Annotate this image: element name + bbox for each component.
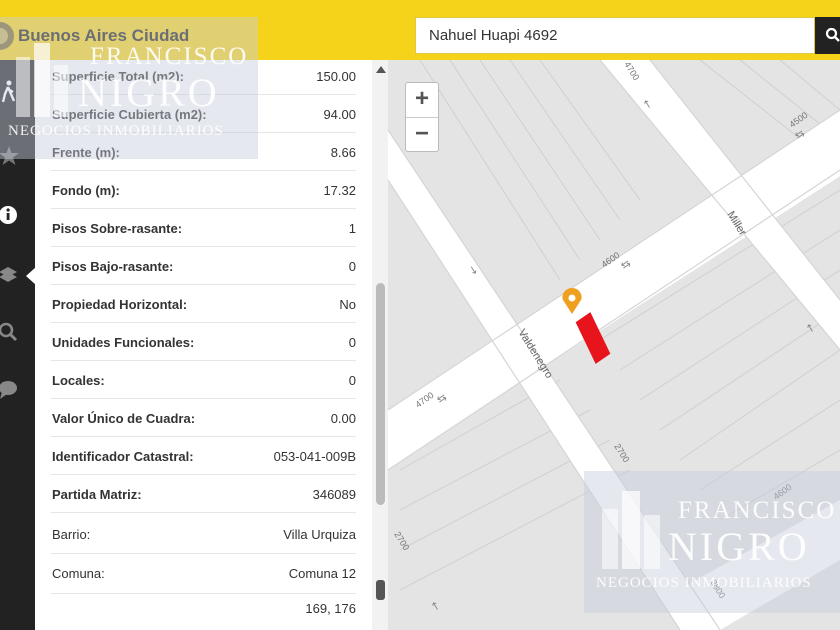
row-value: 0 [348, 259, 356, 274]
row-label: Unidades Funcionales: [52, 335, 195, 350]
chat-icon[interactable] [0, 377, 20, 401]
info-row: Pisos Bajo-rasante: 0 [51, 247, 356, 285]
row-value: Comuna 12 [288, 566, 356, 581]
row-value: 1 [348, 221, 356, 236]
watermark-line1: FRANCISCO [90, 43, 249, 70]
watermark-logo-map: FRANCISCO NIGRO NEGOCIOS INMOBILIARIOS [584, 471, 840, 613]
watermark-line2: NIGRO [78, 70, 220, 115]
row-label: Pisos Bajo-rasante: [52, 259, 174, 274]
row-value: 17.32 [323, 183, 356, 198]
row-label: Comuna: [52, 566, 105, 581]
row-label: Barrio: [52, 527, 91, 542]
info-row: Propiedad Horizontal: No [51, 285, 356, 323]
info-row: Valor Único de Cuadra: 0.00 [51, 399, 356, 437]
row-label: Partida Matriz: [52, 487, 142, 502]
row-value: 0 [348, 335, 356, 350]
watermark-line3: NEGOCIOS INMOBILIARIOS [596, 575, 812, 591]
info-row: Unidades Funcionales: 0 [51, 323, 356, 361]
row-value: 150.00 [316, 69, 356, 84]
info-icon[interactable] [0, 203, 20, 227]
watermark-line2: NIGRO [668, 524, 810, 569]
row-value: 8.66 [330, 145, 356, 160]
row-value: No [339, 297, 356, 312]
watermark-line1: FRANCISCO [678, 497, 837, 524]
row-value: 0.00 [330, 411, 356, 426]
zoom-out-button[interactable]: − [406, 118, 438, 152]
zoom-in-button[interactable]: + [406, 83, 438, 118]
watermark-logo: FRANCISCO NIGRO NEGOCIOS INMOBILIARIOS [0, 17, 258, 159]
info-row: Fondo (m): 17.32 [51, 171, 356, 209]
info-row: Barrio: Villa Urquiza [51, 514, 356, 554]
address-search-input[interactable]: Nahuel Huapi 4692 [415, 17, 815, 54]
row-value: Villa Urquiza [283, 527, 356, 542]
row-value: 94.00 [323, 107, 356, 122]
row-value: 053-041-009B [273, 449, 356, 464]
row-value: 169, 176 [305, 601, 356, 616]
info-row: 169, 176 [51, 594, 356, 630]
info-row: Identificador Catastral: 053-041-009B [51, 437, 356, 475]
info-row: Pisos Sobre-rasante: 1 [51, 209, 356, 247]
scrollbar-thumb-secondary[interactable] [376, 580, 385, 600]
row-label: Fondo (m): [52, 183, 120, 198]
row-label: Valor Único de Cuadra: [52, 411, 196, 426]
building-watermark-icon [16, 43, 68, 117]
info-row: Partida Matriz: 346089 [51, 475, 356, 513]
magnifier-icon[interactable] [0, 320, 20, 344]
info-row: Comuna: Comuna 12 [51, 554, 356, 594]
row-label: Propiedad Horizontal: [52, 297, 188, 312]
row-value: 0 [348, 373, 356, 388]
row-label: Pisos Sobre-rasante: [52, 221, 183, 236]
info-row: Locales: 0 [51, 361, 356, 399]
building-watermark-icon [602, 491, 660, 569]
scrollbar-thumb[interactable] [376, 283, 385, 505]
layers-icon[interactable] [0, 263, 20, 287]
search-icon [825, 27, 840, 42]
row-value: 346089 [312, 487, 356, 502]
row-label: Locales: [52, 373, 105, 388]
zoom-control: + − [405, 82, 439, 152]
search-button[interactable] [815, 17, 840, 54]
watermark-line3: NEGOCIOS INMOBILIARIOS [8, 123, 224, 139]
scroll-up-arrow-icon[interactable] [376, 66, 386, 73]
row-label: Identificador Catastral: [52, 449, 194, 464]
